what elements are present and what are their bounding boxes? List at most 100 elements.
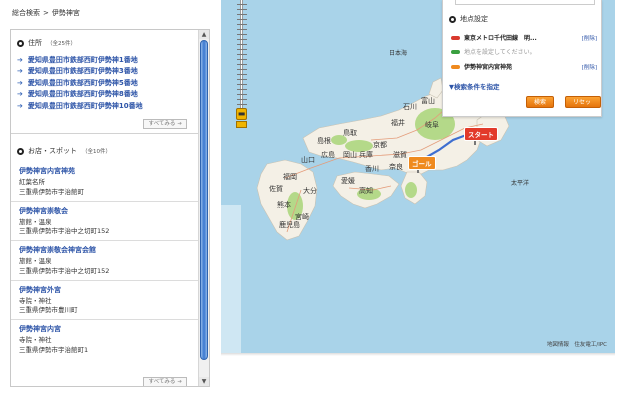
route-input-field[interactable] xyxy=(455,0,595,5)
sea-of-japan-label: 日本海 xyxy=(389,50,408,57)
map-label-tottori: 鳥取 xyxy=(343,129,357,137)
shop-name-link[interactable]: 伊勢神宮崇敬会神宮会館 xyxy=(19,245,191,255)
address-section-title: 住所 xyxy=(28,39,42,47)
map-label-ehime: 愛媛 xyxy=(341,177,355,185)
shop-list-item[interactable]: 伊勢神宮内宮神苑 紅葉名所 三重県伊勢市宇治館町 xyxy=(11,162,199,202)
arrow-right-icon: ➔ xyxy=(177,121,182,127)
ring-icon xyxy=(17,39,24,47)
route-point-row[interactable]: 伊勢神宮内宮神苑 [削除] xyxy=(451,62,597,71)
shop-list-item[interactable]: 伊勢神宮崇敬会神宮会館 旅館・温泉 三重県伊勢市宇治中之切町152 xyxy=(11,241,199,281)
route-point-row[interactable]: 地点を設定してください。 xyxy=(451,47,597,56)
shop-list-item[interactable]: 伊勢神宮崇敬会 旅館・温泉 三重県伊勢市宇治中之切町152 xyxy=(11,202,199,241)
address-list-item[interactable]: ➔ 愛知県豊田市鉄部西町伊勢神1番地 xyxy=(17,54,191,66)
route-point-row[interactable]: 東京メトロ千代田線 明... [削除] xyxy=(451,33,597,42)
shop-name-link[interactable]: 伊勢神宮内宮 xyxy=(19,324,191,334)
route-point-placeholder: 地点を設定してください。 xyxy=(464,49,536,56)
ring-icon xyxy=(17,147,24,155)
route-panel-title: 地点設定 xyxy=(460,15,488,23)
arrow-right-icon: ➔ xyxy=(17,90,23,99)
shop-list-item[interactable]: 伊勢神宮内宮 寺院・神社 三重県伊勢市宇治館町1 xyxy=(11,320,199,360)
shop-category: 旅館・温泉 xyxy=(19,217,52,226)
pacific-ocean-label: 太平洋 xyxy=(511,180,530,187)
shop-list-item[interactable]: 伊勢神宮外宮 寺院・神社 三重県伊勢市豊川町 xyxy=(11,281,199,320)
map-label-saga: 佐賀 xyxy=(269,185,283,193)
address-section-count: （全25件） xyxy=(47,41,76,47)
see-all-addresses-button[interactable]: すべてみる ➔ xyxy=(143,119,187,129)
shop-name-link[interactable]: 伊勢神宮外宮 xyxy=(19,285,191,295)
address-link[interactable]: 愛知県豊田市鉄部西町伊勢神1番地 xyxy=(28,55,138,65)
map-zoom-slider[interactable]: ▬ xyxy=(234,0,250,130)
map-label-oita: 大分 xyxy=(303,187,317,195)
map-label-kumamoto: 熊本 xyxy=(277,201,291,209)
address-list: ➔ 愛知県豊田市鉄部西町伊勢神1番地 ➔ 愛知県豊田市鉄部西町伊勢神3番地 ➔ 愛知県… xyxy=(11,52,199,112)
shops-section-title: お店・スポット xyxy=(28,147,77,155)
map-credit: 地図情報 住友電工/IPC xyxy=(546,342,607,348)
see-all-label: すべてみる xyxy=(148,121,176,127)
remove-point-link[interactable]: [削除] xyxy=(582,63,597,71)
address-link[interactable]: 愛知県豊田市鉄部西町伊勢神10番地 xyxy=(28,101,143,111)
address-list-item[interactable]: ➔ 愛知県豊田市鉄部西町伊勢神5番地 xyxy=(17,77,191,89)
scroll-up-arrow-icon[interactable]: ▲ xyxy=(199,30,209,39)
shop-name-link[interactable]: 伊勢神宮崇敬会 xyxy=(19,206,191,216)
address-list-item[interactable]: ➔ 愛知県豊田市鉄部西町伊勢神10番地 xyxy=(17,100,191,112)
map-label-hiroshima: 広島 xyxy=(321,151,335,159)
address-section-header: 住所 （全25件） xyxy=(11,30,199,52)
map-label-fukuoka: 福岡 xyxy=(283,173,297,181)
shops-section-header: お店・スポット （全10件） xyxy=(11,140,199,162)
car-icon xyxy=(451,64,460,69)
results-scrollbar[interactable]: ▲ ▼ xyxy=(198,30,209,386)
shop-category: 寺院・神社 xyxy=(19,296,52,305)
map-label-toyama: 富山 xyxy=(421,97,435,105)
zoom-ticks xyxy=(237,0,247,108)
results-panel: 住所 （全25件） ➔ 愛知県豊田市鉄部西町伊勢神1番地 ➔ 愛知県豊田市鉄部西町伊… xyxy=(10,29,210,387)
car-icon xyxy=(451,35,460,40)
map-label-okayama: 岡山 xyxy=(343,151,357,159)
search-conditions-link[interactable]: ▼検索条件を指定 xyxy=(449,81,500,91)
goal-marker[interactable]: ゴール xyxy=(408,156,436,170)
address-list-item[interactable]: ➔ 愛知県豊田市鉄部西町伊勢神3番地 xyxy=(17,66,191,78)
breadcrumb-home-link[interactable]: 総合検索 xyxy=(12,9,40,17)
search-button[interactable]: 検索 xyxy=(526,96,555,108)
start-marker[interactable]: スタート xyxy=(464,127,498,141)
map-label-gifu: 岐阜 xyxy=(425,121,439,129)
breadcrumb: 総合検索 > 伊勢神宮 xyxy=(12,8,80,18)
shops-section: お店・スポット （全10件） 伊勢神宮内宮神苑 紅葉名所 三重県伊勢市宇治館町 … xyxy=(11,140,199,360)
arrow-right-icon: ➔ xyxy=(177,379,182,385)
route-point-text: 伊勢神宮内宮神苑 xyxy=(464,64,513,71)
route-settings-panel: 地点設定 東京メトロ千代田線 明... [削除] 地点を設定してください。 伊勢… xyxy=(442,0,602,118)
map-label-kyoto: 京都 xyxy=(373,141,387,149)
route-point-text: 東京メトロ千代田線 明... xyxy=(464,35,537,42)
shop-category: 旅館・温泉 xyxy=(19,257,52,265)
map-label-shimane: 島根 xyxy=(317,137,331,145)
map-bottom-shadow xyxy=(221,353,615,356)
shop-address: 三重県伊勢市宇治館町1 xyxy=(19,345,89,354)
address-link[interactable]: 愛知県豊田市鉄部西町伊勢神3番地 xyxy=(28,66,138,76)
reset-button[interactable]: リセット xyxy=(565,96,601,118)
map-label-yamaguchi: 山口 xyxy=(301,156,315,164)
map-label-shiga: 滋賀 xyxy=(393,151,407,159)
address-list-item[interactable]: ➔ 愛知県豊田市鉄部西町伊勢神8番地 xyxy=(17,89,191,101)
ring-icon xyxy=(449,15,456,23)
scroll-down-arrow-icon[interactable]: ▼ xyxy=(199,377,209,386)
see-all-shops-button[interactable]: すべてみる ➔ xyxy=(143,377,187,386)
zoom-handle-icon[interactable]: ▬ xyxy=(236,108,247,120)
map-label-ishikawa: 石川 xyxy=(403,103,417,111)
shop-name-link[interactable]: 伊勢神宮内宮神苑 xyxy=(19,166,191,176)
zoom-out-icon[interactable] xyxy=(236,121,247,128)
scrollbar-thumb[interactable] xyxy=(200,40,208,360)
arrow-right-icon: ➔ xyxy=(17,55,23,64)
shop-address: 三重県伊勢市宇治中之切町152 xyxy=(19,266,110,275)
shop-category: 紅葉名所 xyxy=(19,178,45,186)
shop-category: 寺院・神社 xyxy=(19,336,52,344)
route-panel-header: 地点設定 xyxy=(449,14,488,24)
map-label-kagawa: 香川 xyxy=(365,165,379,173)
breadcrumb-current: 伊勢神宮 xyxy=(51,9,80,17)
address-link[interactable]: 愛知県豊田市鉄部西町伊勢神8番地 xyxy=(28,89,138,99)
remove-point-link[interactable]: [削除] xyxy=(582,34,597,42)
shop-address: 三重県伊勢市宇治館町 xyxy=(19,187,84,196)
address-link[interactable]: 愛知県豊田市鉄部西町伊勢神5番地 xyxy=(28,78,138,88)
shop-address: 三重県伊勢市宇治中之切町152 xyxy=(19,227,110,235)
arrow-right-icon: ➔ xyxy=(17,101,23,110)
results-scroll-area: 住所 （全25件） ➔ 愛知県豊田市鉄部西町伊勢神1番地 ➔ 愛知県豊田市鉄部西町伊… xyxy=(11,30,199,386)
arrow-right-icon: ➔ xyxy=(17,67,23,76)
